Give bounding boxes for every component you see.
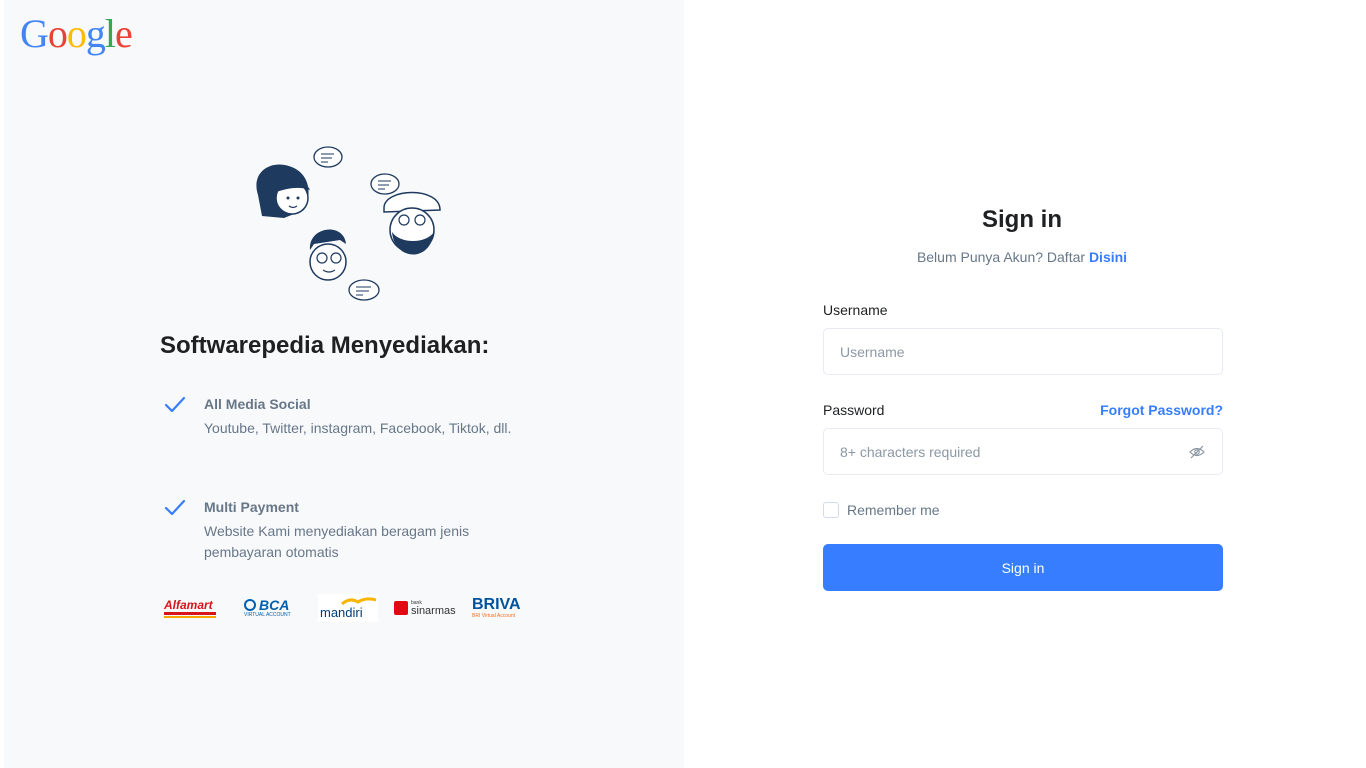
feature-title: Multi Payment <box>204 499 299 515</box>
sinarmas-logo: bank sinarmas <box>394 594 458 622</box>
page-title: Sign in <box>982 206 1062 233</box>
feature-description: Website Kami menyediakan beragam jenis p… <box>204 523 470 560</box>
remember-me-checkbox[interactable] <box>823 502 839 518</box>
left-panel: Google Softwarepedia Menyediakan: All Me… <box>4 0 684 768</box>
eye-slash-icon[interactable] <box>1189 445 1205 459</box>
password-input[interactable] <box>823 428 1223 475</box>
briva-logo: BRIVA BRI Virtual Account <box>472 596 521 620</box>
bca-logo: BCA VIRTUAL ACCOUNT <box>244 597 291 618</box>
payment-logos: Alfamart BCA VIRTUAL ACCOUNT mandiri ban… <box>164 594 544 622</box>
check-icon <box>164 396 186 413</box>
username-input[interactable] <box>823 328 1223 375</box>
register-prompt-text: Belum Punya Akun? Daftar <box>916 249 1086 265</box>
username-label: Username <box>823 302 888 318</box>
features-heading: Softwarepedia Menyediakan: <box>160 332 490 359</box>
register-prompt: Belum Punya Akun? Daftar Disini <box>684 249 1360 265</box>
feature-item: Multi Payment Website Kami menyediakan b… <box>160 499 540 560</box>
google-logo: Google <box>20 11 133 56</box>
sign-in-panel: Sign in Belum Punya Akun? Daftar Disini … <box>684 0 1366 768</box>
feature-description: Youtube, Twitter, instagram, Facebook, T… <box>204 420 512 436</box>
register-link[interactable]: Disini <box>1089 249 1127 265</box>
password-label: Password <box>823 402 885 418</box>
feature-title: All Media Social <box>204 396 311 412</box>
sign-in-button[interactable]: Sign in <box>823 544 1223 591</box>
forgot-password-link[interactable]: Forgot Password? <box>1084 402 1223 418</box>
remember-me-label[interactable]: Remember me <box>847 502 940 518</box>
people-chatting-illustration <box>256 146 441 301</box>
alfamart-logo: Alfamart <box>164 594 220 622</box>
check-icon <box>164 499 186 516</box>
mandiri-logo: mandiri <box>318 594 378 622</box>
feature-item: All Media Social Youtube, Twitter, insta… <box>160 396 540 456</box>
